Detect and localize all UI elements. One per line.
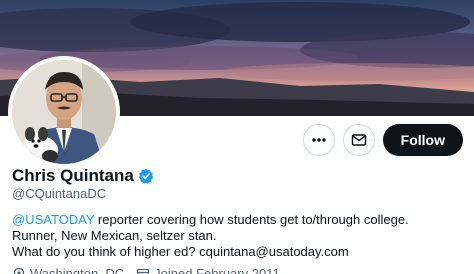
envelope-icon bbox=[351, 134, 366, 146]
bio-line-3: What do you think of higher ed? cquintan… bbox=[12, 244, 349, 259]
profile-bio: @USATODAY reporter covering how students… bbox=[12, 212, 467, 260]
profile-avatar[interactable] bbox=[8, 56, 120, 168]
joined-item: Joined February 2011 bbox=[136, 266, 280, 274]
joined-text: Joined February 2011 bbox=[154, 266, 280, 274]
location-pin-icon bbox=[13, 267, 25, 274]
more-button[interactable] bbox=[302, 124, 335, 156]
profile-handle: @CQuintanaDC bbox=[12, 186, 107, 201]
message-button[interactable] bbox=[342, 124, 375, 156]
name-row: Chris Quintana bbox=[12, 166, 154, 186]
profile-actions: Follow bbox=[302, 124, 463, 156]
display-name: Chris Quintana bbox=[12, 166, 134, 185]
more-horizontal-icon bbox=[311, 138, 326, 142]
bio-line-2: Runner, New Mexican, seltzer stan. bbox=[12, 228, 217, 243]
location-text: Washington, DC bbox=[30, 266, 125, 274]
mention-link[interactable]: @USATODAY bbox=[12, 212, 94, 227]
bio-line-1-text: reporter covering how students get to/th… bbox=[94, 212, 409, 227]
profile-meta: Washington, DC Joined February 2011 bbox=[12, 266, 280, 274]
bio-line-1: @USATODAY reporter covering how students… bbox=[12, 212, 467, 228]
location-item: Washington, DC bbox=[12, 266, 124, 274]
avatar-photo bbox=[12, 60, 116, 164]
calendar-icon bbox=[137, 268, 150, 274]
follow-button[interactable]: Follow bbox=[382, 124, 463, 156]
verified-badge-icon bbox=[138, 168, 154, 184]
